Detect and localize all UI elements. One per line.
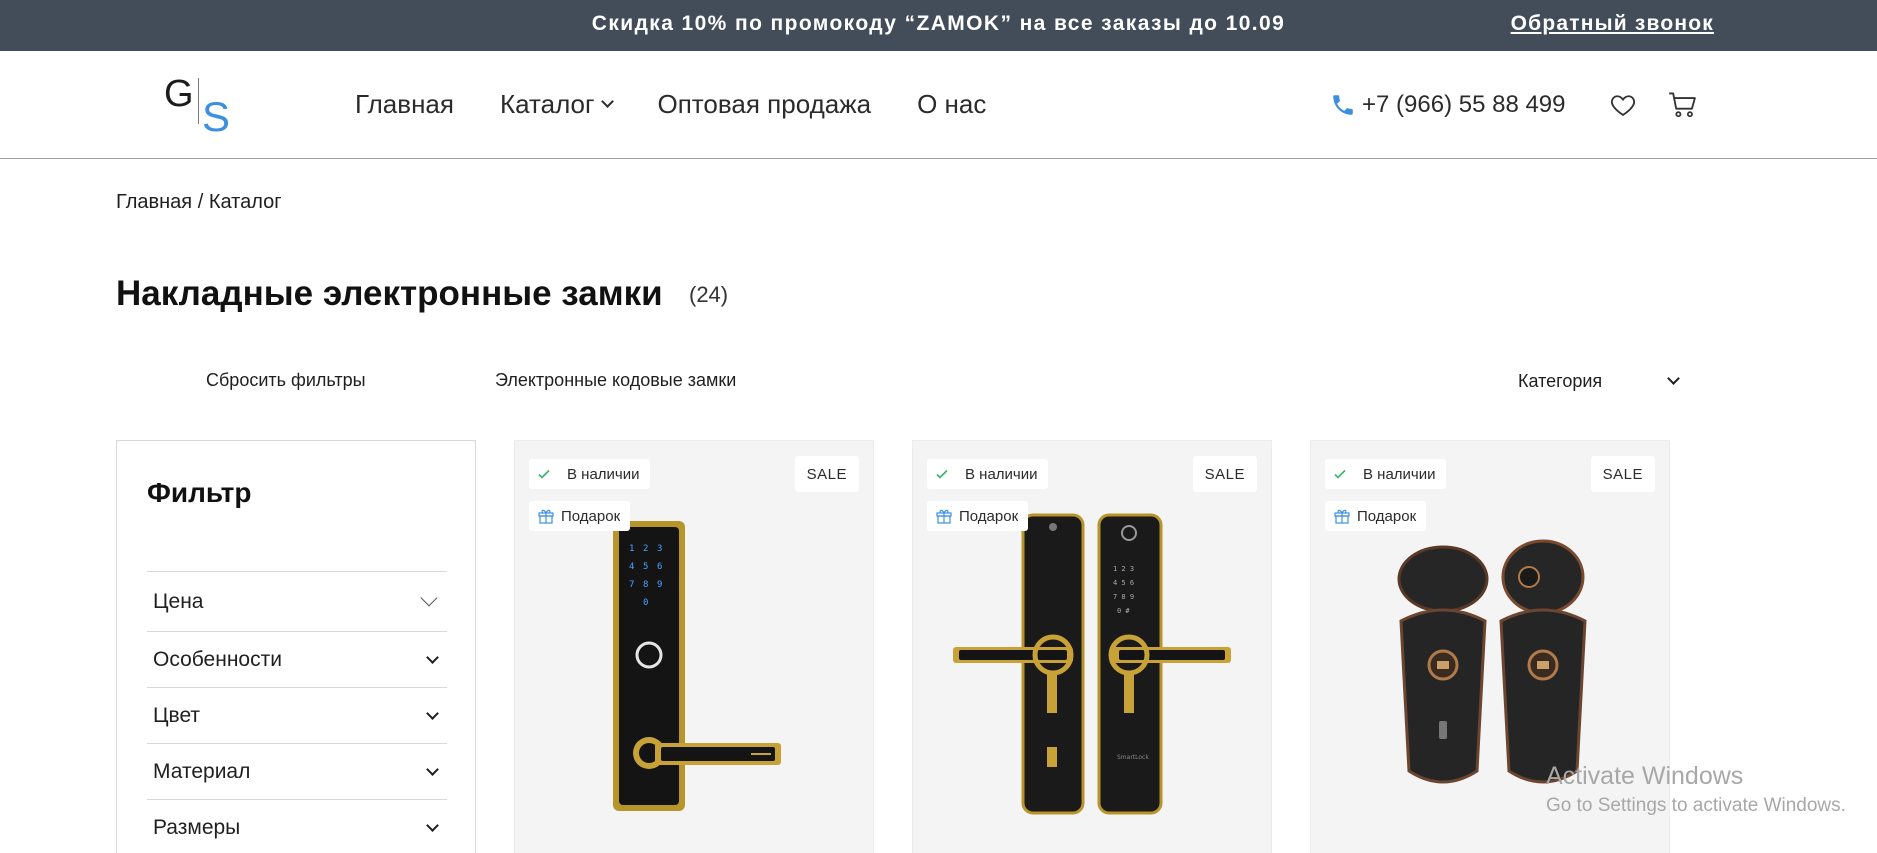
in-stock-badge: В наличии bbox=[1325, 459, 1446, 489]
svg-text:0 #: 0 # bbox=[1117, 607, 1130, 615]
facet-label: Размеры bbox=[153, 815, 241, 839]
chevron-down-icon bbox=[600, 95, 614, 108]
svg-text:5: 5 bbox=[643, 562, 648, 572]
gift-icon bbox=[538, 509, 554, 524]
facet-price[interactable]: Цена bbox=[147, 571, 447, 631]
breadcrumb-catalog[interactable]: Каталог bbox=[209, 191, 282, 213]
chevron-down-icon bbox=[426, 706, 439, 720]
gift-label: Подарок bbox=[959, 507, 1019, 525]
logo-letter-s: S bbox=[202, 93, 231, 140]
nav-item-home[interactable]: Главная bbox=[355, 89, 454, 120]
svg-text:4 5 6: 4 5 6 bbox=[1113, 579, 1134, 587]
facet-label: Материал bbox=[153, 759, 251, 783]
svg-text:2: 2 bbox=[643, 544, 648, 554]
in-stock-badge: В наличии bbox=[927, 459, 1048, 489]
chevron-down-icon bbox=[426, 818, 439, 832]
facet-label: Особенности bbox=[153, 647, 282, 671]
svg-text:7: 7 bbox=[629, 580, 634, 590]
check-icon bbox=[529, 459, 559, 489]
page-title: Накладные электронные замки bbox=[116, 274, 663, 313]
svg-text:6: 6 bbox=[657, 562, 662, 572]
svg-text:0: 0 bbox=[643, 598, 648, 608]
chevron-down-icon bbox=[1667, 372, 1680, 385]
breadcrumb-home[interactable]: Главная bbox=[116, 191, 192, 213]
gift-icon bbox=[936, 509, 952, 524]
activation-watermark-title: Activate Windows bbox=[1546, 762, 1744, 790]
check-icon bbox=[927, 459, 957, 489]
breadcrumb: Главная / Каталог bbox=[116, 191, 282, 214]
subcategory-link[interactable]: Электронные кодовые замки bbox=[495, 370, 736, 391]
sale-badge: SALE bbox=[794, 456, 859, 492]
chevron-down-icon bbox=[420, 589, 438, 606]
in-stock-label: В наличии bbox=[1363, 465, 1436, 483]
nav-item-about[interactable]: О нас bbox=[917, 89, 986, 120]
facet-sizes[interactable]: Размеры bbox=[147, 799, 447, 853]
svg-text:1: 1 bbox=[629, 544, 634, 554]
filter-sidebar: Фильтр Цена Особенности Цвет Материал Ра… bbox=[116, 440, 476, 853]
filter-title: Фильтр bbox=[147, 477, 252, 508]
gift-label: Подарок bbox=[561, 507, 621, 525]
gift-badge: Подарок bbox=[927, 501, 1029, 531]
facet-material[interactable]: Материал bbox=[147, 743, 447, 799]
logo[interactable]: G S bbox=[164, 73, 234, 140]
gift-badge: Подарок bbox=[1325, 501, 1427, 531]
sale-badge: SALE bbox=[1192, 456, 1257, 492]
product-card[interactable]: В наличии Подарок SALE bbox=[1310, 440, 1670, 853]
svg-text:9: 9 bbox=[657, 580, 662, 590]
callback-link[interactable]: Обратный звонок bbox=[1511, 12, 1714, 36]
site-header: G S Главная Каталог Оптовая продажа О на… bbox=[0, 51, 1877, 159]
phone-icon bbox=[1333, 95, 1353, 115]
product-count: (24) bbox=[689, 282, 729, 307]
category-select-label: Категория bbox=[1518, 370, 1603, 391]
svg-text:SmartLock: SmartLock bbox=[1117, 754, 1149, 761]
category-select[interactable]: Категория bbox=[1518, 368, 1680, 394]
logo-letter-g: G bbox=[164, 73, 194, 115]
filter-facets: Цена Особенности Цвет Материал Размеры bbox=[147, 571, 447, 853]
svg-text:4: 4 bbox=[629, 562, 634, 572]
svg-text:8: 8 bbox=[643, 580, 648, 590]
check-icon bbox=[1325, 459, 1355, 489]
svg-text:7 8 9: 7 8 9 bbox=[1113, 593, 1134, 601]
phone-number: +7 (966) 55 88 499 bbox=[1362, 91, 1566, 118]
facet-features[interactable]: Особенности bbox=[147, 631, 447, 687]
main-nav: Главная Каталог Оптовая продажа О нас bbox=[355, 89, 986, 120]
gift-badge: Подарок bbox=[529, 501, 631, 531]
product-card[interactable]: 123 456 789 0 В наличии Подарок SALE bbox=[514, 440, 874, 853]
heart-icon[interactable] bbox=[1609, 91, 1637, 119]
chevron-down-icon bbox=[426, 762, 439, 776]
nav-item-catalog[interactable]: Каталог bbox=[499, 89, 614, 120]
in-stock-label: В наличии bbox=[965, 465, 1038, 483]
promo-bar: Скидка 10% по промокоду “ZAMOK” на все з… bbox=[0, 0, 1877, 51]
chevron-down-icon bbox=[426, 650, 439, 664]
product-card[interactable]: 1 2 3 4 5 6 7 8 9 0 # SmartLock В наличии П… bbox=[912, 440, 1272, 853]
reset-filters-button[interactable]: Сбросить фильтры bbox=[206, 370, 366, 391]
cart-icon[interactable] bbox=[1668, 91, 1698, 119]
svg-text:1 2 3: 1 2 3 bbox=[1113, 565, 1134, 573]
breadcrumb-separator: / bbox=[197, 191, 204, 213]
sale-badge: SALE bbox=[1590, 456, 1655, 492]
svg-text:3: 3 bbox=[657, 544, 662, 554]
nav-item-catalog-label: Каталог bbox=[499, 89, 595, 119]
facet-label: Цена bbox=[153, 589, 204, 613]
nav-item-wholesale[interactable]: Оптовая продажа bbox=[658, 89, 872, 120]
in-stock-label: В наличии bbox=[567, 465, 640, 483]
in-stock-badge: В наличии bbox=[529, 459, 650, 489]
facet-label: Цвет bbox=[153, 703, 201, 727]
gift-label: Подарок bbox=[1357, 507, 1417, 525]
phone-link[interactable]: +7 (966) 55 88 499 bbox=[1330, 91, 1566, 119]
activation-watermark-subtitle: Go to Settings to activate Windows. bbox=[1546, 795, 1846, 816]
logo-divider bbox=[198, 78, 199, 124]
facet-color[interactable]: Цвет bbox=[147, 687, 447, 743]
gift-icon bbox=[1334, 509, 1350, 524]
